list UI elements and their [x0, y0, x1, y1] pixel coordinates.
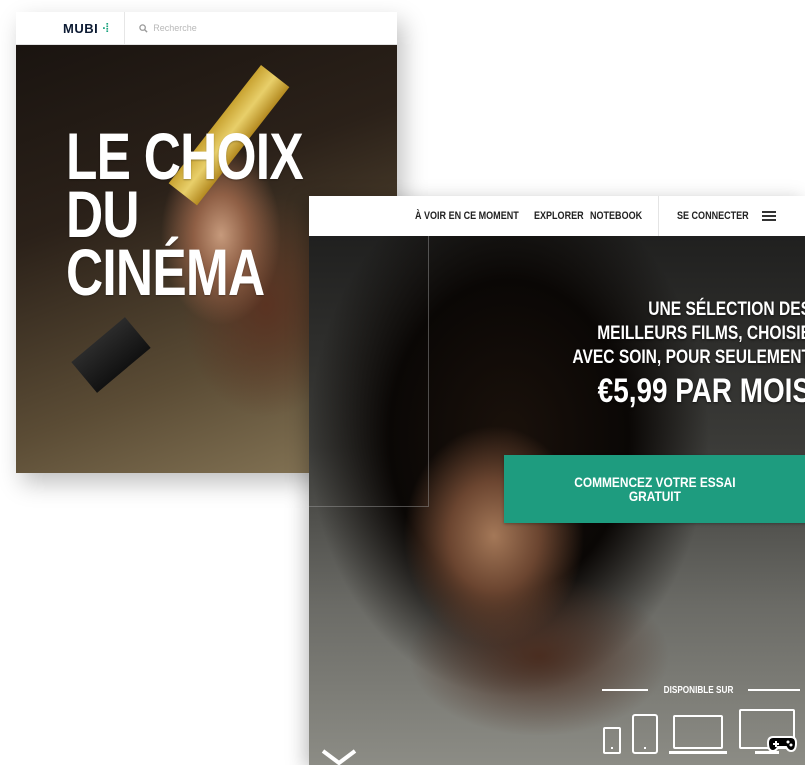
search-field[interactable]: Recherche [139, 23, 197, 33]
laptop-base [669, 751, 727, 754]
headline-line: UNE SÉLECTION DES [648, 299, 805, 320]
hero-frame-outline [309, 236, 429, 507]
hammer-image-part [71, 317, 151, 393]
hero-headline: UNE SÉLECTION DES MEILLEURS FILMS, CHOIS… [481, 298, 805, 411]
start-free-trial-button[interactable]: COMMENCEZ VOTRE ESSAI GRATUIT [504, 455, 805, 523]
mobile-top-bar: MUBI ·⁞ Recherche [16, 12, 397, 45]
divider [124, 12, 126, 44]
nav-now-showing[interactable]: À VOIR EN CE MOMENT [415, 210, 519, 222]
hamburger-menu-icon[interactable] [762, 211, 776, 221]
desktop-view-card: À VOIR EN CE MOMENT EXPLORER NOTEBOOK SE… [309, 196, 805, 765]
logo-dots-icon: ·⁞ [102, 21, 109, 35]
mubi-logo[interactable]: MUBI ·⁞ [63, 20, 109, 36]
phone-icon [603, 727, 621, 754]
search-icon [139, 23, 148, 33]
price-text: €5,99 PAR MOIS [597, 372, 805, 410]
top-navigation: À VOIR EN CE MOMENT EXPLORER NOTEBOOK SE… [309, 196, 805, 237]
nav-divider [657, 196, 659, 236]
login-link[interactable]: SE CONNECTER [677, 210, 749, 222]
gamepad-icon [767, 736, 797, 753]
search-placeholder: Recherche [153, 23, 197, 33]
available-on-label: DISPONIBLE SUR [602, 683, 805, 697]
divider-line [602, 689, 648, 691]
headline-line: MEILLEURS FILMS, CHOISIE [597, 323, 805, 344]
logo-text: MUBI [63, 20, 99, 36]
laptop-icon [673, 715, 723, 749]
nav-notebook[interactable]: NOTEBOOK [590, 210, 642, 222]
chevron-down-icon[interactable] [319, 747, 359, 765]
desktop-hero-image: UNE SÉLECTION DES MEILLEURS FILMS, CHOIS… [309, 236, 805, 765]
nav-explore[interactable]: EXPLORER [534, 210, 584, 222]
cta-line: COMMENCEZ VOTRE ESSAI [574, 474, 736, 490]
mobile-hero-title: LE CHOIX DU CINÉMA [66, 123, 304, 310]
divider-line [748, 689, 801, 691]
tablet-icon [632, 714, 658, 754]
cta-line: GRATUIT [628, 488, 681, 504]
available-on-text: DISPONIBLE SUR [663, 684, 734, 696]
title-line: CINÉMA [66, 235, 265, 310]
device-icons [603, 707, 805, 757]
headline-line: AVEC SOIN, POUR SEULEMENT [572, 347, 805, 368]
